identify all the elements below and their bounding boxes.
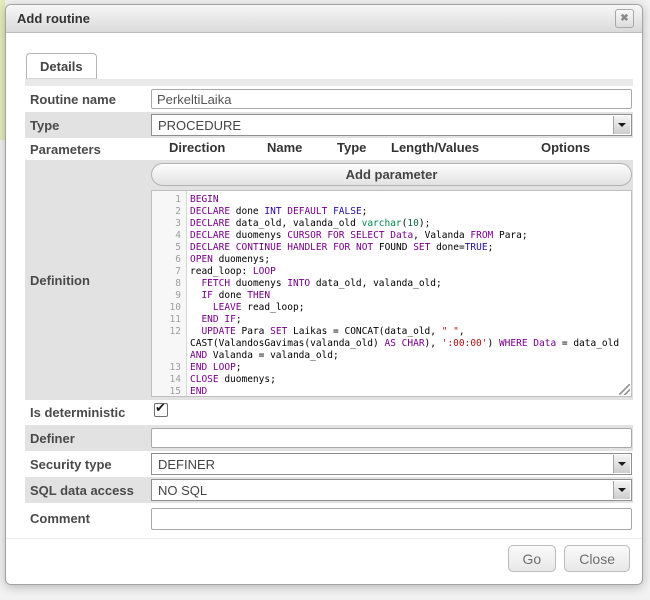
code-line: 4DECLARE duomenys CURSOR FOR SELECT Data…: [152, 230, 631, 242]
routine-name-row: Routine name: [25, 86, 633, 112]
code-line: 10 LEAVE read_loop;: [152, 302, 631, 314]
security-type-label: Security type: [25, 457, 151, 472]
code-line: 1BEGIN: [152, 194, 631, 206]
line-number: 5: [152, 242, 186, 254]
sql-data-access-select[interactable]: NO SQL: [151, 479, 632, 501]
routine-name-input[interactable]: [151, 89, 632, 109]
dialog-buttonpane: Go Close: [6, 538, 642, 584]
type-label: Type: [25, 118, 151, 133]
line-number: 4: [152, 230, 186, 242]
param-col-length-values: Length/Values: [391, 140, 479, 155]
sql-data-access-row: SQL data access NO SQL: [25, 477, 633, 503]
close-icon[interactable]: ✖: [615, 9, 634, 28]
table-top-strip: [25, 79, 633, 86]
security-type-select[interactable]: DEFINER: [151, 453, 632, 475]
code-line: 8 FETCH duomenys INTO data_old, valanda_…: [152, 278, 631, 290]
security-type-row: Security type DEFINER: [25, 451, 633, 477]
line-number: 1: [152, 194, 186, 206]
definer-input[interactable]: [151, 428, 632, 448]
code-line: 11 END IF;: [152, 314, 631, 326]
add-routine-dialog: Add routine ✖ Details Routine name Type …: [5, 4, 643, 585]
code-line: 7read_loop: LOOP: [152, 266, 631, 278]
chevron-down-icon[interactable]: [613, 481, 630, 499]
comment-label: Comment: [25, 511, 151, 526]
code-line: 9 IF done THEN: [152, 290, 631, 302]
sql-data-access-label: SQL data access: [25, 483, 151, 498]
resize-grip-icon[interactable]: [619, 384, 630, 395]
line-number: 8: [152, 278, 186, 290]
checkmark-icon: ✔: [155, 400, 166, 416]
tab-details[interactable]: Details: [26, 53, 97, 79]
line-number: 15: [152, 386, 186, 397]
parameters-header-row: Parameters Direction Name Type Length/Va…: [25, 138, 633, 160]
dialog-titlebar[interactable]: Add routine ✖: [6, 5, 642, 33]
line-number: 3: [152, 218, 186, 230]
security-type-select-value: DEFINER: [158, 457, 215, 472]
is-deterministic-checkbox[interactable]: ✔: [154, 403, 168, 417]
type-row: Type PROCEDURE: [25, 112, 633, 138]
routine-name-label: Routine name: [25, 92, 151, 107]
code-lines: 1BEGIN2DECLARE done INT DEFAULT FALSE;3D…: [152, 191, 631, 397]
type-select-value: PROCEDURE: [158, 118, 241, 133]
line-number: 6: [152, 254, 186, 266]
line-number: 12: [152, 326, 186, 362]
definition-row: Definition Add parameter 1BEGIN2DECLARE …: [25, 160, 633, 400]
definer-label: Definer: [25, 431, 151, 446]
line-number: 10: [152, 302, 186, 314]
param-col-direction: Direction: [169, 140, 225, 155]
line-number: 13: [152, 362, 186, 374]
chevron-down-icon[interactable]: [613, 455, 630, 473]
close-button[interactable]: Close: [564, 545, 630, 572]
line-number: 14: [152, 374, 186, 386]
chevron-down-icon[interactable]: [613, 116, 630, 134]
comment-input[interactable]: [151, 508, 632, 530]
parameters-label: Parameters: [25, 142, 151, 157]
sql-data-access-select-value: NO SQL: [158, 483, 207, 498]
add-parameter-button[interactable]: Add parameter: [151, 163, 632, 186]
definition-code-editor[interactable]: 1BEGIN2DECLARE done INT DEFAULT FALSE;3D…: [151, 190, 632, 397]
dialog-title: Add routine: [17, 11, 615, 26]
line-number: 7: [152, 266, 186, 278]
code-line: 5DECLARE CONTINUE HANDLER FOR NOT FOUND …: [152, 242, 631, 254]
param-col-options: Options: [541, 140, 590, 155]
routine-form: Routine name Type PROCEDURE Parameters D…: [25, 79, 633, 534]
is-deterministic-label: Is deterministic: [25, 405, 151, 420]
is-deterministic-row: Is deterministic ✔: [25, 400, 633, 425]
code-line: 12 UPDATE Para SET Laikas = CONCAT(data_…: [152, 326, 631, 362]
param-col-type: Type: [337, 140, 366, 155]
code-line: 13END LOOP;: [152, 362, 631, 374]
code-line: 2DECLARE done INT DEFAULT FALSE;: [152, 206, 631, 218]
comment-row: Comment: [25, 503, 633, 534]
code-line: 6OPEN duomenys;: [152, 254, 631, 266]
type-select[interactable]: PROCEDURE: [151, 114, 632, 136]
line-number: 2: [152, 206, 186, 218]
line-number: 9: [152, 290, 186, 302]
code-line: 15END: [152, 386, 631, 397]
param-col-name: Name: [267, 140, 302, 155]
go-button[interactable]: Go: [508, 545, 557, 572]
line-number: 11: [152, 314, 186, 326]
code-line: 14CLOSE duomenys;: [152, 374, 631, 386]
code-line: 3DECLARE data_old, valanda_old varchar(1…: [152, 218, 631, 230]
definer-row: Definer: [25, 425, 633, 451]
definition-label: Definition: [25, 160, 151, 400]
